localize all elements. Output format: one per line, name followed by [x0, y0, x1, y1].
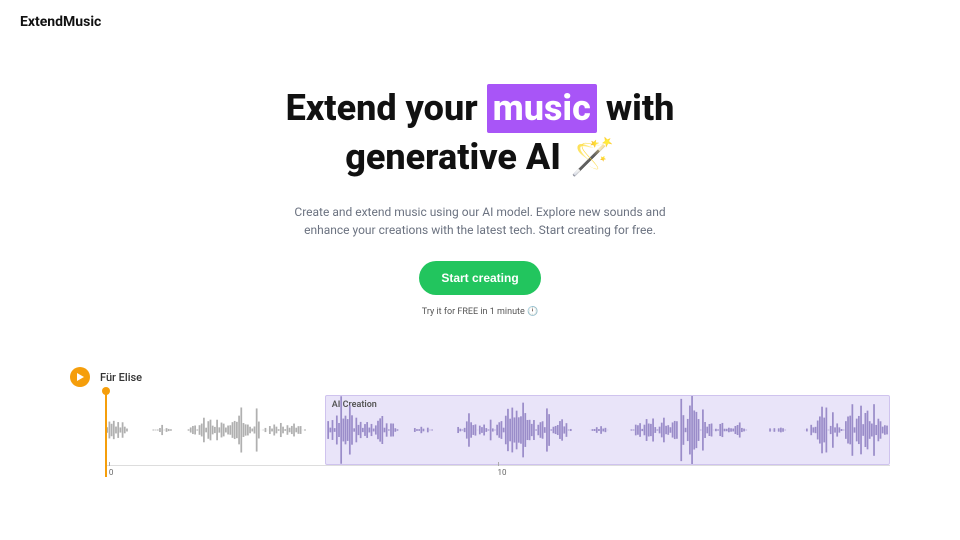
track-name: Für Elise — [100, 371, 142, 384]
title-highlight: music — [487, 84, 597, 133]
start-creating-button[interactable]: Start creating — [419, 261, 540, 295]
tick-0: 0 — [109, 468, 114, 477]
hero-section: Extend your music with generative AI 🪄 C… — [0, 84, 960, 317]
waveform-area[interactable]: AI Creation — [105, 395, 890, 465]
title-before: Extend your — [286, 87, 487, 129]
play-icon — [77, 373, 84, 381]
header: ExtendMusic — [0, 0, 960, 44]
ai-zone: AI Creation — [325, 395, 890, 465]
playhead[interactable] — [105, 391, 107, 477]
hero-subtitle: Create and extend music using our AI mod… — [280, 203, 680, 239]
cta-note: Try it for FREE in 1 minute 🕛 — [0, 307, 960, 317]
hero-title: Extend your music with generative AI 🪄 — [220, 84, 740, 181]
title-emoji: 🪄 — [570, 136, 615, 178]
play-button[interactable] — [70, 367, 90, 387]
tick-10: 10 — [498, 468, 507, 477]
ai-waveform — [326, 396, 889, 464]
track-preview: Für Elise AI Creation 0 10 — [70, 367, 890, 479]
logo[interactable]: ExtendMusic — [20, 14, 940, 30]
timeline-ruler: 0 10 — [105, 465, 890, 479]
original-zone — [105, 395, 325, 465]
original-waveform — [105, 395, 325, 465]
